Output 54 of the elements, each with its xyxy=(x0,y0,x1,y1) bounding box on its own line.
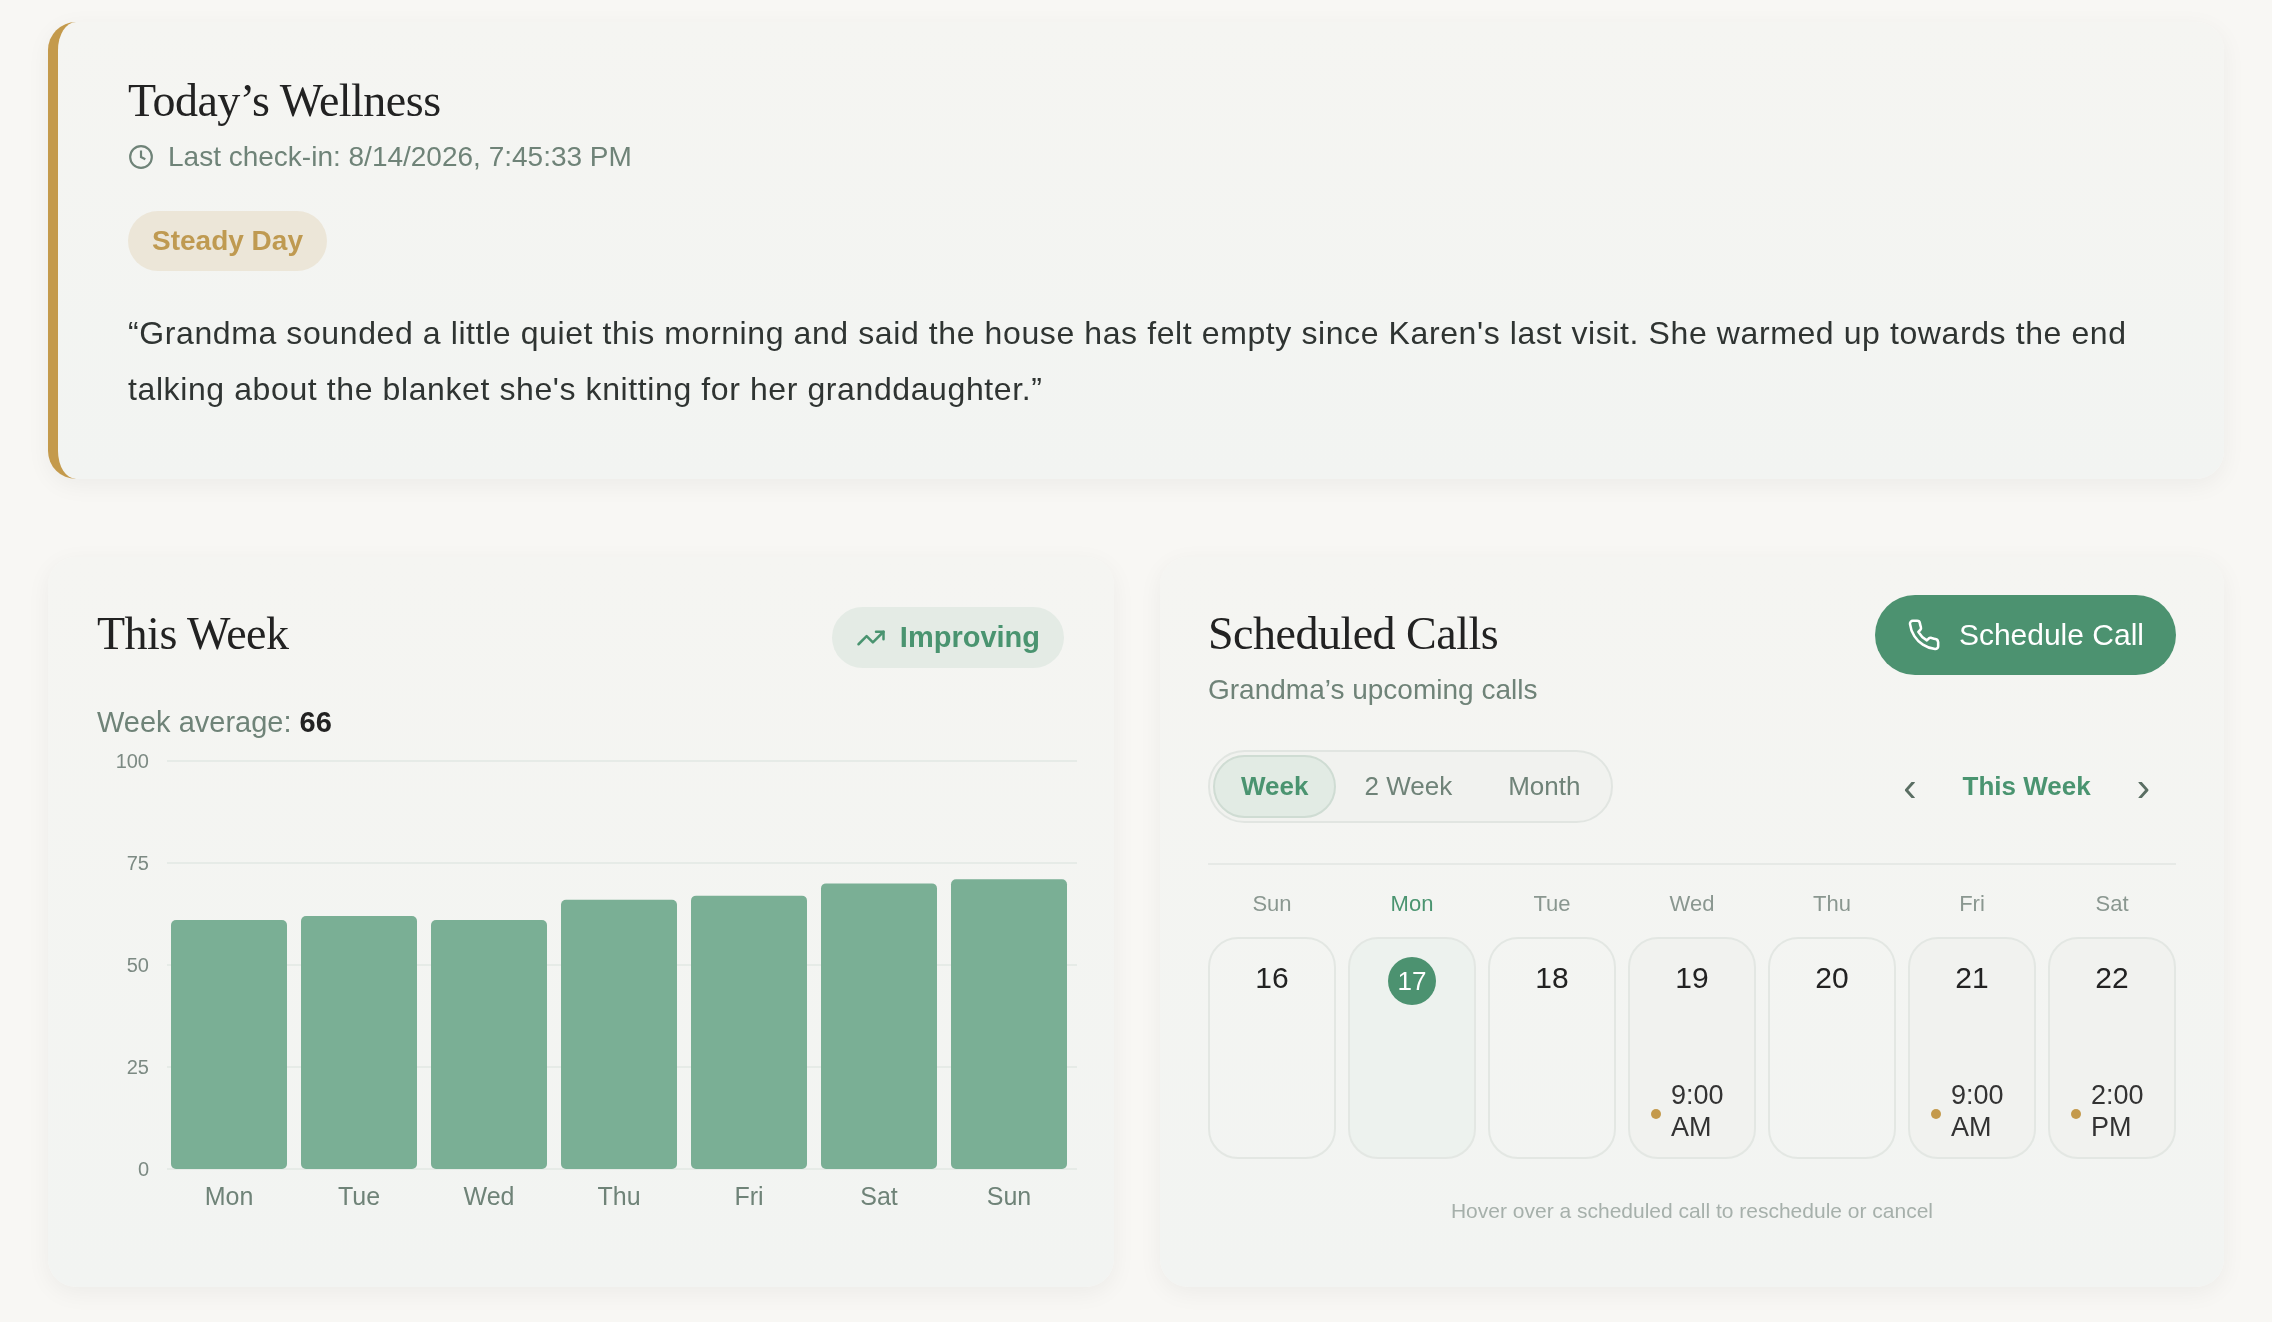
axis-label: Thu xyxy=(597,1182,641,1210)
day-number: 22 xyxy=(2095,961,2129,995)
mood-badge: Steady Day xyxy=(128,211,327,271)
day-number: 18 xyxy=(1535,961,1569,995)
card-title: This Week xyxy=(97,607,289,660)
range-label: This Week xyxy=(1962,771,2091,802)
day-number: 17 xyxy=(1388,957,1436,1005)
day-number: 20 xyxy=(1815,961,1849,995)
clock-icon xyxy=(128,144,154,170)
previous-button[interactable]: ‹ xyxy=(1897,766,1923,807)
day-cell[interactable]: 16 xyxy=(1208,937,1336,1159)
weekday-label: Sun xyxy=(1251,891,1293,917)
axis-label: Fri xyxy=(734,1182,764,1210)
day-cell[interactable]: 21 9:00 AM xyxy=(1908,937,2036,1159)
card-title: Scheduled Calls xyxy=(1208,607,1500,660)
trend-badge: Improving xyxy=(831,607,1064,668)
call-time[interactable]: 9:00 AM xyxy=(1671,1079,1733,1143)
card-subtitle: Grandma’s upcoming calls xyxy=(1208,674,1538,706)
day-number: 16 xyxy=(1255,961,1289,995)
weekday-label: Mon xyxy=(1389,891,1435,917)
card-title: Today’s Wellness xyxy=(128,74,441,127)
day-cell[interactable]: 17 xyxy=(1348,937,1476,1159)
axis-label: Tue xyxy=(337,1182,381,1210)
day-number: 19 xyxy=(1675,961,1709,995)
weekday-label: Tue xyxy=(1532,891,1572,917)
phone-icon xyxy=(1906,618,1941,652)
next-button[interactable]: › xyxy=(2130,766,2156,807)
day-cell[interactable]: 22 2:00 PM xyxy=(2048,937,2176,1159)
weekday-label: Sat xyxy=(2094,891,2130,917)
weekday-label: Thu xyxy=(1812,891,1852,917)
axis-label: Sat xyxy=(860,1182,898,1210)
weekday-label: Wed xyxy=(1668,891,1716,917)
schedule-call-button[interactable]: Schedule Call xyxy=(1874,595,2176,675)
axis-label: Mon xyxy=(204,1182,254,1210)
axis-label: 0 xyxy=(137,1158,149,1180)
view-tab[interactable]: Month xyxy=(1480,755,1609,818)
wellness-quote: “Grandma sounded a little quiet this morning and said the house has felt empty since Karen's last visit. She warmed up towards the end talking about the blanket she's knitting for her granddaughter.” xyxy=(128,314,2128,409)
hint-text: Hover over a scheduled call to reschedule or cancel xyxy=(1449,1199,1935,1223)
axis-label: 100 xyxy=(115,750,149,772)
axis-label: 75 xyxy=(126,852,149,874)
day-number: 21 xyxy=(1955,961,1989,995)
call-time[interactable]: 9:00 AM xyxy=(1951,1079,2013,1143)
week-average: Week average: 66 xyxy=(97,706,333,739)
axis-label: 50 xyxy=(126,954,149,976)
axis-label: Wed xyxy=(463,1182,515,1210)
axis-label: Sun xyxy=(986,1182,1032,1210)
last-checkin: Last check-in: 8/14/2026, 7:45:33 PM xyxy=(168,141,632,173)
weekday-label: Fri xyxy=(1958,891,1986,917)
day-cell[interactable]: 19 9:00 AM xyxy=(1628,937,1756,1159)
day-cell[interactable]: 20 xyxy=(1768,937,1896,1159)
call-time[interactable]: 2:00 PM xyxy=(2091,1079,2153,1143)
day-cell[interactable]: 18 xyxy=(1488,937,1616,1159)
view-tab[interactable]: 2 Week xyxy=(1336,755,1481,818)
axis-label: 25 xyxy=(126,1056,149,1078)
